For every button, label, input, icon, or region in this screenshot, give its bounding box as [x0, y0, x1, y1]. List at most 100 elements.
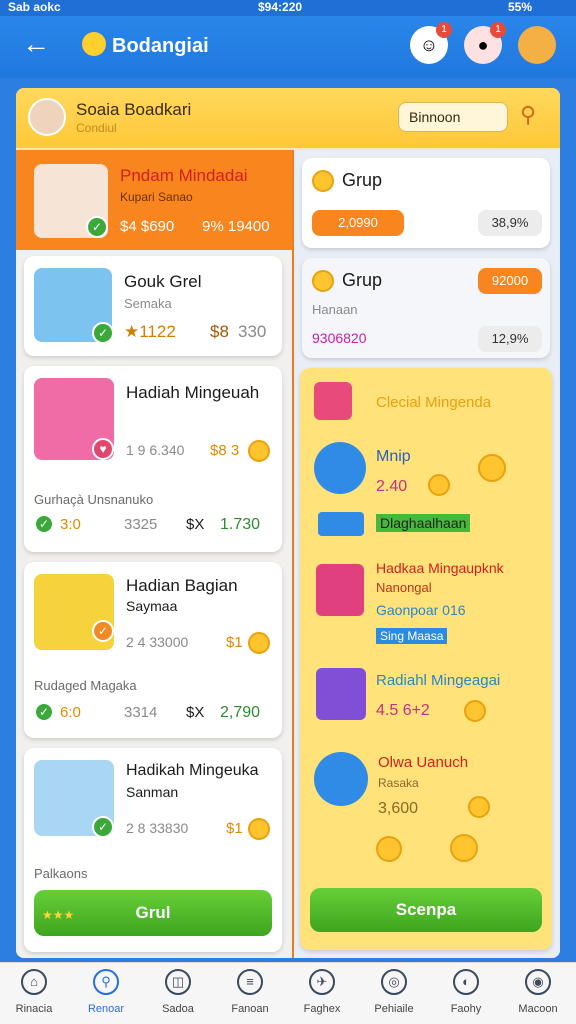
basket-icon: ◫	[165, 969, 191, 995]
product-card[interactable]: ✓ Hadian Bagian Saymaa 2 4 33000 $1 Ruda…	[24, 562, 282, 738]
reward-value: 3,600	[378, 800, 419, 817]
product-stats: 1 9 6.340	[126, 442, 185, 458]
coin-icon	[248, 818, 270, 840]
group-card[interactable]: Grup 92000 Hanaan 9306820 12,9%	[302, 258, 550, 358]
group-pill[interactable]: 2,0990	[312, 210, 404, 236]
reward-badge-icon	[314, 442, 366, 494]
rewards-panel: Clecial Mingenda Mnip 2.40 Dlaghaalhaan …	[300, 368, 552, 950]
main-panel: Soaia Boadkari Condiul Binnoon ⚲ ✓ Pndam…	[16, 88, 560, 958]
product-price: $8 3	[210, 442, 240, 459]
gift-icon	[316, 668, 366, 720]
heart-icon: ♥	[92, 438, 114, 460]
profile-avatar[interactable]	[518, 26, 556, 64]
group-card[interactable]: Grup 2,0990 38,9%	[302, 158, 550, 248]
footer-value-4: 2,790	[220, 704, 261, 721]
group-title: Grup	[342, 170, 383, 190]
blocks-icon	[318, 512, 364, 536]
mascot-badge: 1	[490, 22, 506, 38]
check-icon: ✓	[92, 816, 114, 838]
home-icon: ⌂	[21, 969, 47, 995]
coin-icon	[428, 474, 450, 496]
group-value: 9306820	[312, 330, 367, 346]
featured-title: Pndam Mindadai	[120, 166, 248, 185]
list-icon: ≡	[237, 969, 263, 995]
check-icon: ✓	[86, 216, 108, 238]
status-carrier: Sab aokc	[8, 0, 61, 14]
back-arrow-icon[interactable]: ←	[22, 28, 50, 60]
search-icon[interactable]: ⚲	[520, 102, 536, 128]
product-card[interactable]: ✓ Gouk Grel Semaka ★1122 $8 330	[24, 256, 282, 356]
rewards-header: Clecial Mingenda	[376, 394, 492, 411]
featured-price: $4 $690	[120, 218, 175, 235]
featured-item[interactable]: ✓ Pndam Mindadai Kupari Sanao $4 $690 9%…	[16, 150, 292, 250]
bottom-nav: ⌂ Rinacia ⚲ Renoar ◫ Sadoa ≡ Fanoan ✈ Faghex …	[0, 962, 576, 1024]
product-price: $1	[226, 634, 243, 651]
stars-icon: ★★★	[42, 908, 75, 922]
check-icon: ✓	[34, 702, 54, 722]
nav-item-pehiaile[interactable]: ◎ Pehiaile	[362, 969, 426, 1015]
notification-icon[interactable]: ☺ 1	[410, 22, 452, 64]
coin-icon	[312, 270, 334, 292]
footer-value-3: $X	[186, 704, 205, 721]
product-price: $1	[226, 820, 243, 837]
coin-icon	[464, 700, 486, 722]
product-rating: ★1122	[124, 322, 176, 341]
nav-item-macoon[interactable]: ◉ Macoon	[506, 969, 570, 1015]
footer-value-1: 3:0	[60, 516, 81, 533]
user-subtitle: Condiul	[76, 121, 117, 135]
app-title: Bodangiai	[82, 32, 209, 58]
check-icon: ✓	[34, 514, 54, 534]
product-card[interactable]: ✓ Hadikah Mingeuka Sanman 2 8 33830 $1 P…	[24, 748, 282, 952]
reward-subtitle: Nanongal	[376, 580, 432, 595]
user-avatar[interactable]	[28, 98, 66, 136]
nav-item-rinacia[interactable]: ⌂ Rinacia	[2, 969, 66, 1015]
coin-icon	[376, 836, 402, 862]
status-battery: 55%	[508, 0, 533, 14]
coin-icon	[248, 632, 270, 654]
reward-title: Hadkaa Mingaupknk	[376, 560, 504, 576]
product-title: Hadiah Mingeuah	[126, 383, 260, 402]
product-extra: 330	[238, 322, 267, 341]
nav-item-sadoa[interactable]: ◫ Sadoa	[146, 969, 210, 1015]
featured-percent: 9% 19400	[202, 218, 270, 235]
group-percent: 38,9%	[478, 210, 542, 236]
left-column: ✓ Pndam Mindadai Kupari Sanao $4 $690 9%…	[16, 150, 292, 958]
coin-icon	[468, 796, 490, 818]
reward-subtitle: Gaonpoar 016	[376, 602, 466, 618]
coin-icon	[248, 440, 270, 462]
product-subtitle: Sanman	[126, 784, 179, 800]
reward-value: 2.40	[376, 478, 408, 495]
mascot-icon[interactable]: ● 1	[464, 22, 506, 64]
globe-icon: ◎	[381, 969, 407, 995]
check-icon: ✓	[92, 322, 114, 344]
nav-item-faohy[interactable]: ◐ Faohy	[434, 969, 498, 1015]
coin-icon	[450, 834, 478, 862]
product-stats: 2 8 33830	[126, 820, 189, 836]
nav-item-fanoan[interactable]: ≡ Fanoan	[218, 969, 282, 1015]
notification-badge: 1	[436, 22, 452, 38]
nav-item-faghex[interactable]: ✈ Faghex	[290, 969, 354, 1015]
scenpa-button[interactable]: Scenpa	[310, 888, 542, 932]
reward-title: Olwa Uanuch	[378, 754, 469, 771]
coin-icon	[312, 170, 334, 192]
search-input[interactable]: Binnoon	[398, 102, 508, 132]
reward-subtitle: Rasaka	[378, 776, 419, 790]
target-icon: ◉	[525, 969, 551, 995]
nav-item-renoar[interactable]: ⚲ Renoar	[74, 969, 138, 1015]
panel-header: Soaia Boadkari Condiul Binnoon ⚲	[16, 88, 560, 148]
footer-value-4: 1.730	[220, 516, 261, 533]
footer-value-2: 3325	[124, 516, 158, 533]
product-subtitle: Semaka	[124, 296, 172, 311]
product-title: Gouk Grel	[124, 272, 202, 291]
reward-title: Radiahl Mingeagai	[376, 672, 501, 689]
group-subtitle: Hanaan	[312, 302, 358, 317]
group-title: Grup	[342, 270, 383, 290]
reward-title: Mnip	[376, 448, 411, 465]
right-column: Grup 2,0990 38,9% Grup 92000 Hanaan 9306…	[294, 150, 560, 958]
product-card[interactable]: ♥ Hadiah Mingeuah 1 9 6.340 $8 3 Gurhaçà…	[24, 366, 282, 552]
footer-value-1: 6:0	[60, 704, 81, 721]
product-subtitle: Saymaa	[126, 598, 178, 614]
percent-icon	[314, 752, 368, 806]
group-pill[interactable]: 92000	[478, 268, 542, 294]
status-time: $94:220	[258, 0, 303, 14]
